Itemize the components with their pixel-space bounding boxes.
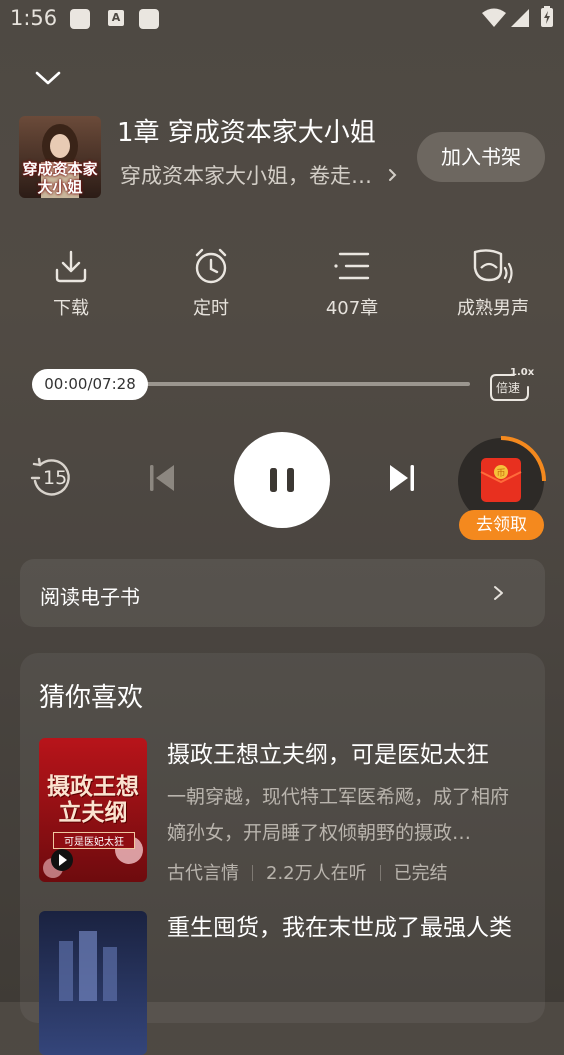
chapters-label: 407章 bbox=[325, 298, 379, 319]
rec-cover-title: 摄政王想立夫纲 bbox=[47, 774, 139, 826]
wifi-icon bbox=[482, 8, 506, 27]
voice-icon bbox=[473, 249, 513, 284]
signal-icon bbox=[511, 9, 529, 27]
rec-cover-subtitle: 可是医妃太狂 bbox=[53, 832, 135, 849]
recommendation-cover[interactable] bbox=[39, 911, 147, 1055]
recommendations-panel: 猜你喜欢 摄政王想立夫纲 可是医妃太狂 摄政王想立夫纲，可是医妃太狂 一朝穿越，… bbox=[20, 653, 545, 1055]
divider bbox=[379, 865, 381, 881]
download-icon bbox=[55, 250, 87, 283]
voice-label: 成熟男声 bbox=[457, 298, 529, 319]
read-ebook-card[interactable]: 阅读电子书 bbox=[20, 559, 545, 627]
timer-label: 定时 bbox=[193, 298, 229, 319]
chapter-title: 第1章 穿成资本家大小姐 bbox=[119, 118, 376, 148]
cover-title: 穿成资本家大小姐 bbox=[22, 160, 98, 196]
voice-button[interactable]: 成熟男声 bbox=[433, 246, 553, 320]
rec-status: 已完结 bbox=[393, 863, 448, 884]
chapters-button[interactable]: 407章 bbox=[292, 246, 412, 320]
recommendation-desc: 一朝穿越，现代特工军医希飏，成了相府嫡孙女，开局睡了权倾朝野的摄政… bbox=[167, 786, 510, 844]
pause-button[interactable] bbox=[234, 432, 330, 528]
recommendations-title: 猜你喜欢 bbox=[39, 683, 144, 713]
chevron-right-icon bbox=[494, 586, 503, 600]
status-time: 1:56 bbox=[10, 6, 58, 30]
pause-icon bbox=[270, 468, 294, 492]
replay-15-button[interactable]: 15 bbox=[30, 456, 74, 500]
replay-seconds: 15 bbox=[43, 467, 68, 489]
progress-time-handle[interactable]: 00:00/07:28 bbox=[32, 369, 148, 400]
battery-icon bbox=[541, 6, 553, 27]
recommendation-meta: 古代言情 2.2万人在听 已完结 bbox=[167, 859, 448, 885]
book-cover[interactable]: 穿成资本家大小姐 bbox=[19, 116, 101, 198]
claim-reward-button[interactable]: 去领取 bbox=[459, 510, 544, 540]
add-to-shelf-button[interactable]: 加入书架 bbox=[417, 132, 545, 182]
read-ebook-label: 阅读电子书 bbox=[40, 585, 140, 609]
speed-label: 倍速 bbox=[496, 381, 521, 395]
chevron-right-icon[interactable] bbox=[384, 164, 402, 186]
timer-button[interactable]: 定时 bbox=[151, 246, 271, 320]
speed-button[interactable]: 1.0x 倍速 bbox=[488, 367, 535, 403]
download-button[interactable]: 下载 bbox=[11, 246, 131, 320]
alarm-clock-icon bbox=[195, 248, 227, 284]
notification-icon bbox=[70, 9, 90, 29]
svg-text:币: 币 bbox=[496, 468, 505, 479]
collapse-chevron-icon[interactable] bbox=[32, 62, 64, 94]
book-subtitle[interactable]: 穿成资本家大小姐，卷走… bbox=[120, 160, 380, 190]
recommendation-title[interactable]: 重生囤货，我在末世成了最强人类 bbox=[167, 906, 527, 950]
download-label: 下载 bbox=[53, 298, 89, 319]
app-notification-icon: A bbox=[108, 10, 124, 26]
divider bbox=[252, 865, 253, 881]
list-icon bbox=[334, 252, 370, 280]
recommendation-cover[interactable]: 摄政王想立夫纲 可是医妃太狂 bbox=[39, 738, 147, 882]
rec-listeners: 2.2万人在听 bbox=[266, 863, 367, 884]
previous-track-icon[interactable] bbox=[148, 462, 176, 494]
recommendation-title[interactable]: 摄政王想立夫纲，可是医妃太狂 bbox=[167, 733, 527, 777]
speed-value: 1.0x bbox=[510, 367, 535, 378]
notification-icon bbox=[139, 9, 159, 29]
rec-genre: 古代言情 bbox=[167, 863, 239, 884]
next-track-icon[interactable] bbox=[388, 462, 416, 494]
